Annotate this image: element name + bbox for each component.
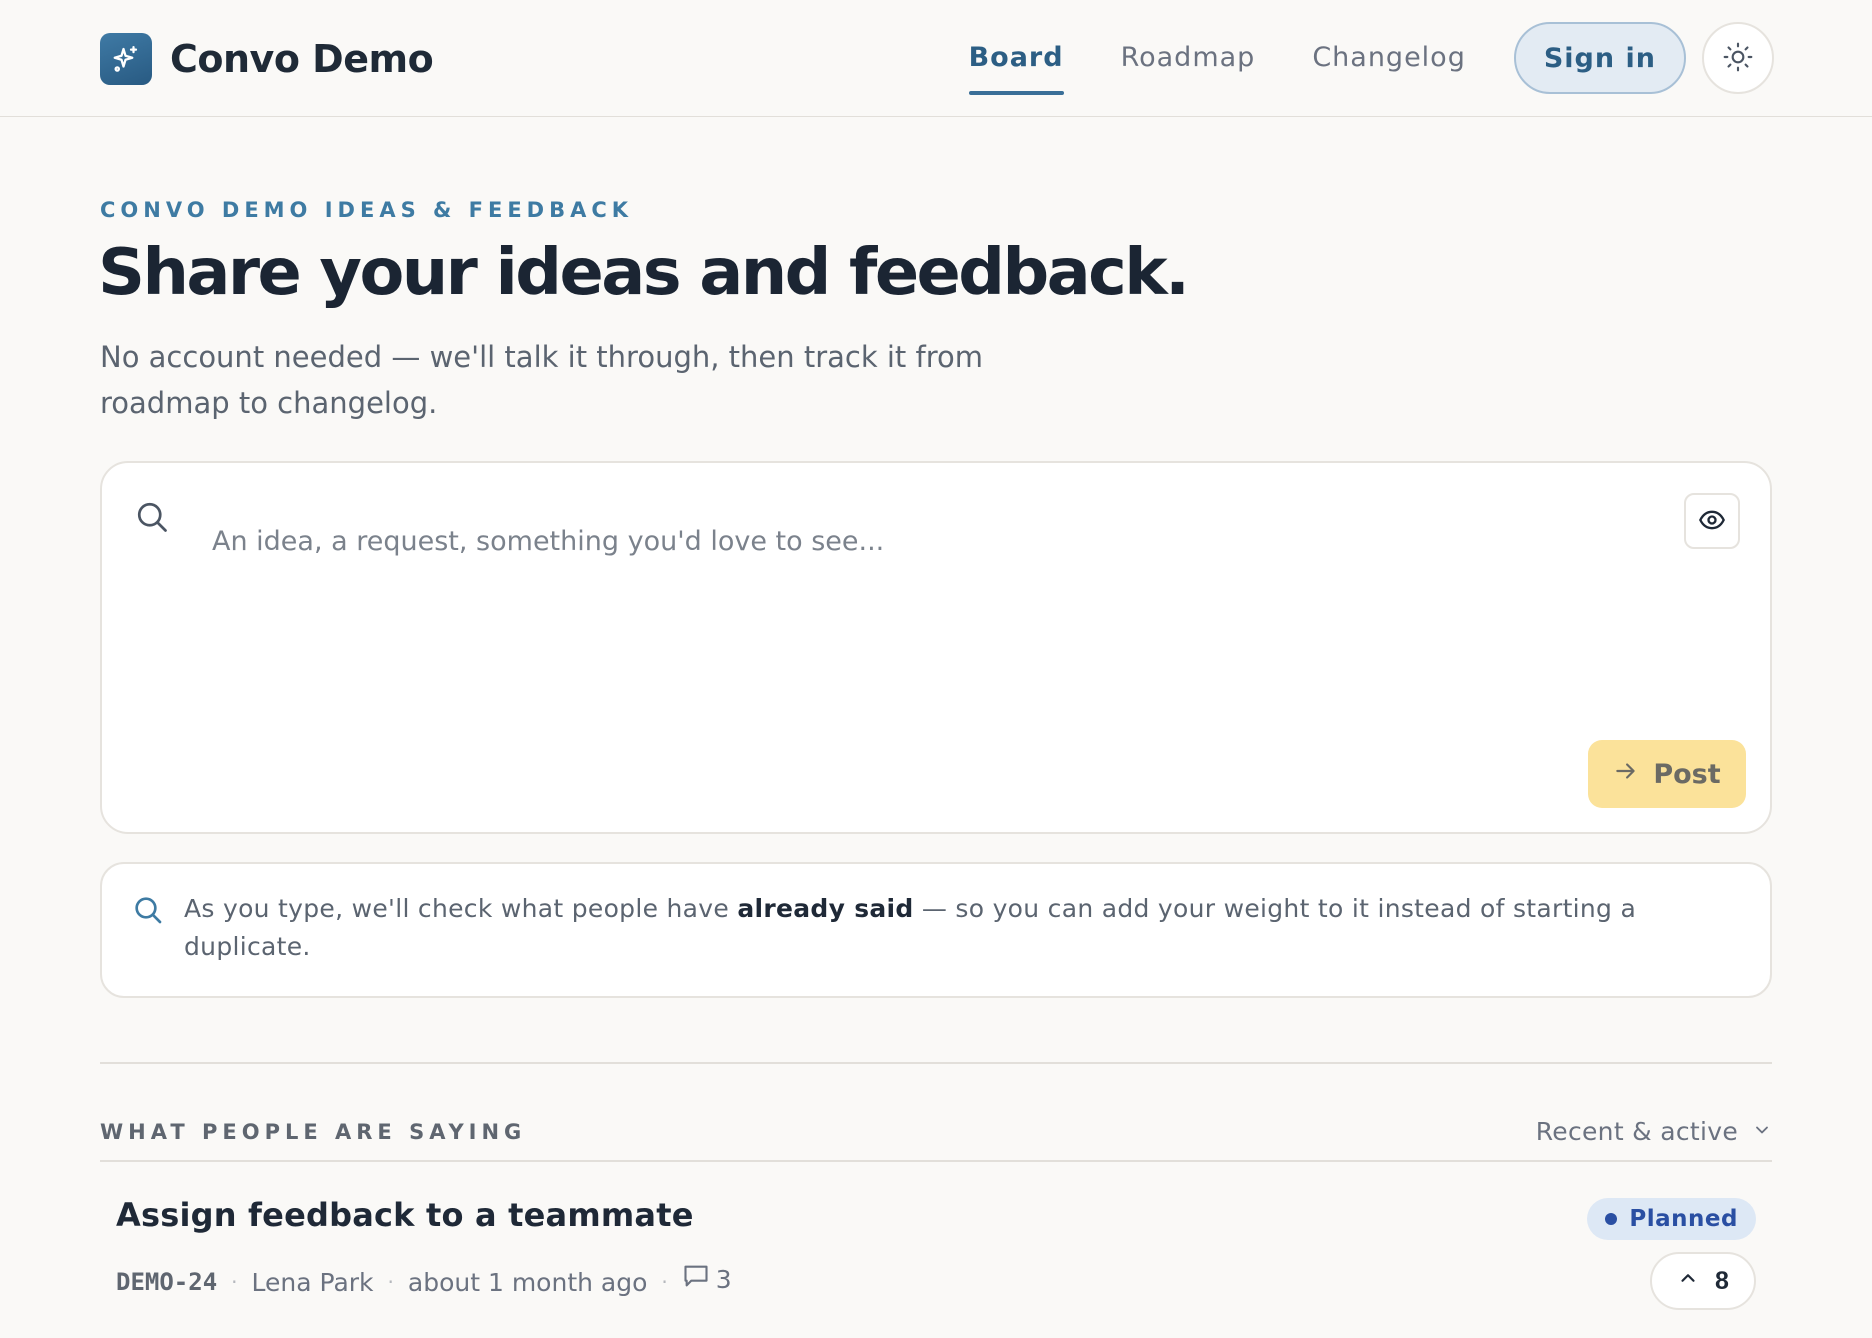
meta-separator: ·	[387, 1270, 394, 1294]
list-label: WHAT PEOPLE ARE SAYING	[100, 1120, 527, 1144]
page-eyebrow: CONVO DEMO IDEAS & FEEDBACK	[100, 198, 634, 222]
meta-separator: ·	[231, 1270, 238, 1294]
hint-text: As you type, we'll check what people hav…	[184, 894, 1637, 961]
hint-emphasis: already said	[737, 894, 914, 923]
vote-count: 8	[1715, 1266, 1729, 1295]
item-id: DEMO-24	[116, 1268, 218, 1296]
comment-count: 3	[682, 1262, 732, 1296]
sign-in-button[interactable]: Sign in	[1513, 22, 1686, 94]
comment-icon	[682, 1262, 710, 1296]
chevron-down-icon	[1752, 1117, 1772, 1146]
sparkles-icon	[100, 32, 152, 85]
sun-icon	[1722, 41, 1754, 76]
post-button[interactable]: Post	[1588, 740, 1746, 808]
item-time: about 1 month ago	[407, 1267, 648, 1297]
eye-icon	[1698, 506, 1726, 537]
nav-roadmap[interactable]: Roadmap	[1121, 22, 1256, 94]
sort-label: Recent & active	[1535, 1116, 1738, 1146]
idea-input[interactable]	[212, 511, 1592, 571]
duplicate-hint: As you type, we'll check what people hav…	[100, 862, 1772, 998]
post-button-label: Post	[1653, 758, 1721, 790]
item-meta: DEMO-24 · Lena Park · about 1 month ago …	[116, 1262, 732, 1302]
chevron-up-icon	[1677, 1267, 1699, 1296]
sort-dropdown[interactable]: Recent & active	[1536, 1112, 1772, 1150]
upvote-button[interactable]: 8	[1650, 1252, 1756, 1310]
theme-toggle-button[interactable]	[1702, 22, 1774, 94]
main-nav: Board Roadmap Changelog Sign in	[968, 22, 1774, 95]
top-bar: Convo Demo Board Roadmap Changelog Sign …	[0, 0, 1872, 117]
status-badge: Planned	[1587, 1198, 1756, 1240]
comment-count-value: 3	[715, 1264, 732, 1294]
brand[interactable]: Convo Demo	[100, 32, 434, 85]
item-author: Lena Park	[251, 1267, 374, 1297]
list-item[interactable]: Assign feedback to a teammate Planned DE…	[100, 1162, 1772, 1338]
page-title: Share your ideas and feedback.	[98, 236, 1190, 310]
arrow-right-icon	[1613, 758, 1639, 791]
section-divider	[100, 1062, 1772, 1064]
preview-button[interactable]	[1684, 493, 1740, 549]
brand-name: Convo Demo	[170, 36, 434, 81]
status-dot	[1605, 1213, 1618, 1225]
list-header: WHAT PEOPLE ARE SAYING Recent & active	[100, 1112, 1772, 1150]
meta-separator: ·	[661, 1270, 668, 1294]
search-icon	[132, 894, 164, 930]
item-title[interactable]: Assign feedback to a teammate	[116, 1196, 694, 1234]
nav-board[interactable]: Board	[968, 22, 1064, 95]
idea-composer: Post	[100, 461, 1772, 834]
status-label: Planned	[1629, 1206, 1738, 1232]
nav-changelog[interactable]: Changelog	[1312, 22, 1466, 94]
page-subtitle: No account needed — we'll talk it throug…	[100, 340, 984, 420]
search-icon	[134, 499, 170, 539]
